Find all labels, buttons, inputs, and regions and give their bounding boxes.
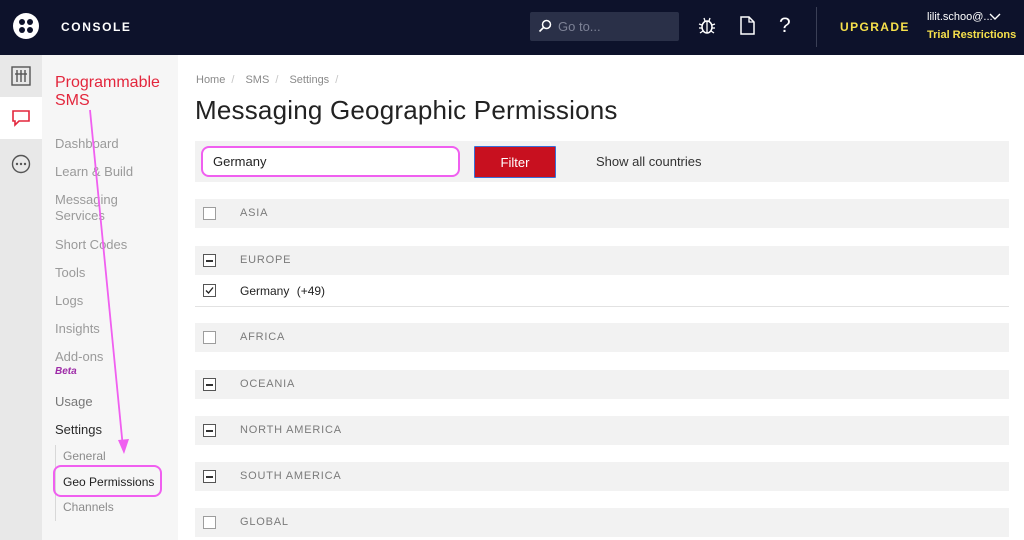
rail-dashboard[interactable] bbox=[0, 55, 42, 97]
nav-dashboard[interactable]: Dashboard bbox=[55, 136, 119, 152]
breadcrumb-home[interactable]: Home bbox=[196, 74, 225, 86]
region-checkbox[interactable] bbox=[203, 378, 216, 391]
region-label: AFRICA bbox=[240, 331, 286, 343]
page-title: Messaging Geographic Permissions bbox=[195, 95, 618, 125]
chevron-down-icon bbox=[989, 13, 1001, 20]
country-label: Germany (+49) bbox=[240, 284, 325, 298]
beta-badge: Beta bbox=[55, 366, 77, 377]
region-row-north-america[interactable]: NORTH AMERICA bbox=[195, 416, 1009, 445]
region-row-africa[interactable]: AFRICA bbox=[195, 323, 1009, 352]
region-row-oceania[interactable]: OCEANIA bbox=[195, 370, 1009, 399]
geo-permissions-highlight bbox=[53, 465, 162, 497]
region-label: ASIA bbox=[240, 207, 269, 219]
filter-bar: Filter Show all countries bbox=[195, 141, 1009, 182]
account-menu[interactable]: lilit.schoo@... bbox=[927, 11, 1001, 23]
show-all-countries-link[interactable]: Show all countries bbox=[596, 154, 702, 169]
checkmark-icon bbox=[205, 287, 214, 294]
account-name: lilit.schoo@... bbox=[927, 11, 993, 23]
search-input[interactable] bbox=[558, 18, 672, 35]
rail-more[interactable] bbox=[0, 143, 42, 185]
region-checkbox[interactable] bbox=[203, 470, 216, 483]
nav-short-codes[interactable]: Short Codes bbox=[55, 237, 127, 253]
nav-learn-build[interactable]: Learn & Build bbox=[55, 164, 133, 180]
country-checkbox[interactable] bbox=[203, 284, 216, 297]
subnav-general[interactable]: General bbox=[63, 449, 106, 463]
help-icon[interactable]: ? bbox=[779, 14, 791, 38]
breadcrumb: Home / SMS / Settings / bbox=[196, 74, 339, 86]
nav-settings[interactable]: Settings bbox=[55, 422, 102, 438]
region-label: OCEANIA bbox=[240, 378, 296, 390]
region-row-south-america[interactable]: SOUTH AMERICA bbox=[195, 462, 1009, 491]
product-rail bbox=[0, 55, 42, 540]
country-filter-input[interactable] bbox=[201, 146, 460, 177]
region-label: NORTH AMERICA bbox=[240, 424, 342, 436]
grid-dashboard-icon bbox=[11, 66, 31, 86]
region-checkbox[interactable] bbox=[203, 207, 216, 220]
nav-insights[interactable]: Insights bbox=[55, 321, 100, 337]
region-row-asia[interactable]: ASIA bbox=[195, 199, 1009, 228]
nav-messaging-services[interactable]: Messaging Services bbox=[55, 192, 145, 224]
region-row-global[interactable]: GLOBAL bbox=[195, 508, 1009, 537]
chat-bubble-icon bbox=[12, 110, 30, 127]
nav-usage[interactable]: Usage bbox=[55, 394, 93, 410]
country-row-germany[interactable]: Germany (+49) bbox=[195, 276, 1009, 307]
subnav-channels[interactable]: Channels bbox=[63, 500, 114, 514]
country-name: Germany bbox=[240, 284, 290, 298]
region-checkbox[interactable] bbox=[203, 331, 216, 344]
more-dots-icon bbox=[11, 154, 31, 174]
region-label: SOUTH AMERICA bbox=[240, 470, 342, 482]
breadcrumb-sms[interactable]: SMS bbox=[245, 74, 269, 86]
region-label: EUROPE bbox=[240, 254, 292, 266]
trial-restrictions-link[interactable]: Trial Restrictions bbox=[927, 29, 1016, 41]
nav-add-ons[interactable]: Add-ons bbox=[55, 349, 103, 365]
bug-icon[interactable] bbox=[698, 16, 716, 36]
nav-tools[interactable]: Tools bbox=[55, 265, 85, 281]
product-title[interactable]: Programmable SMS bbox=[55, 74, 175, 110]
region-checkbox[interactable] bbox=[203, 424, 216, 437]
region-checkbox[interactable] bbox=[203, 254, 216, 267]
nav-logs[interactable]: Logs bbox=[55, 293, 83, 309]
search-icon bbox=[538, 19, 552, 33]
region-row-europe[interactable]: EUROPE bbox=[195, 246, 1009, 275]
twilio-logo-icon[interactable] bbox=[13, 13, 39, 39]
region-checkbox[interactable] bbox=[203, 516, 216, 529]
breadcrumb-settings[interactable]: Settings bbox=[289, 74, 329, 86]
upgrade-button[interactable]: UPGRADE bbox=[840, 20, 910, 34]
go-to-search[interactable] bbox=[530, 12, 679, 41]
document-icon[interactable] bbox=[740, 16, 755, 35]
rail-sms[interactable] bbox=[0, 97, 42, 139]
console-label[interactable]: CONSOLE bbox=[61, 20, 132, 34]
region-label: GLOBAL bbox=[240, 516, 289, 528]
topbar-divider bbox=[816, 7, 817, 47]
top-navigation-bar: CONSOLE ? UPGRADE lilit.schoo@... Trial … bbox=[0, 0, 1024, 55]
country-code: (+49) bbox=[296, 284, 326, 298]
filter-button[interactable]: Filter bbox=[474, 146, 556, 178]
